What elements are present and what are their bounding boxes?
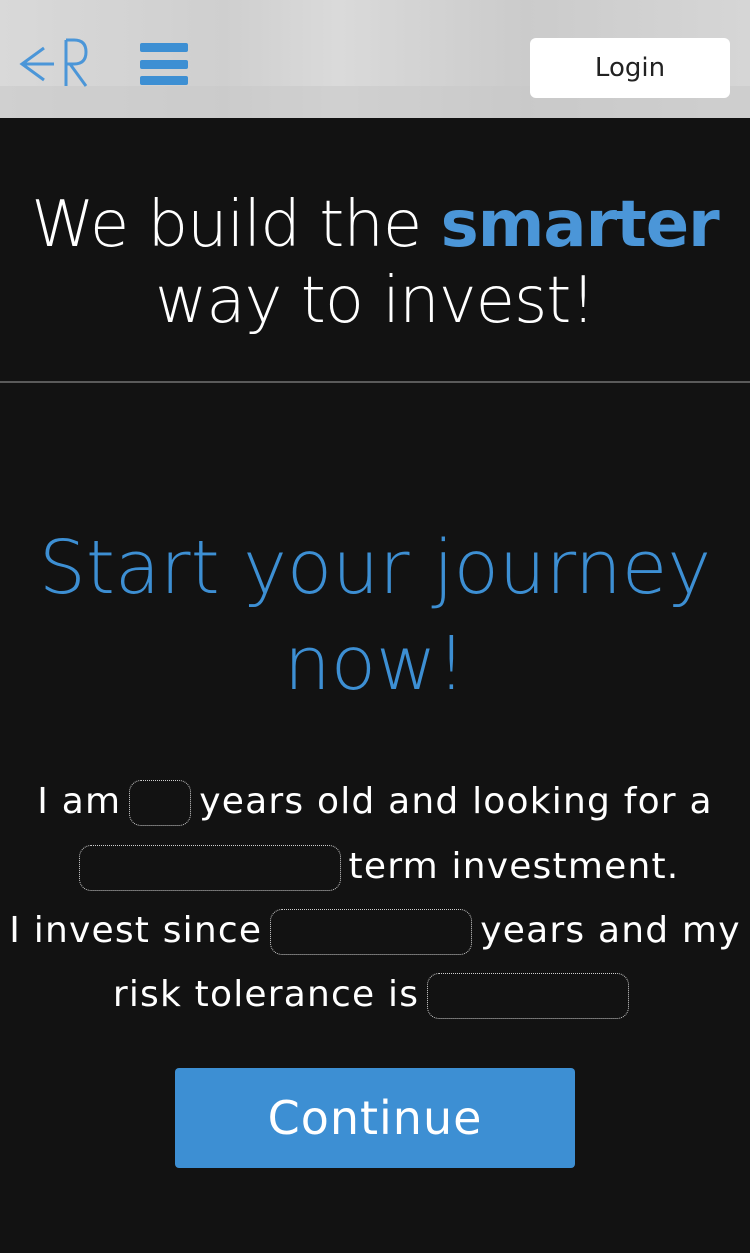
continue-button[interactable]: Continue (175, 1068, 575, 1168)
form-sentence-4: risk tolerance is (0, 973, 750, 1019)
form-text-i-am: I am (37, 781, 122, 822)
menu-bar (140, 43, 188, 52)
hamburger-menu-icon[interactable] (140, 43, 188, 85)
rk-arrow-logo-icon[interactable] (18, 36, 90, 90)
form-text-invest-since: I invest since (9, 910, 263, 951)
risk-tolerance-select[interactable] (427, 973, 630, 1019)
form-text-risk-tolerance: risk tolerance is (112, 974, 420, 1015)
hero-heading-accent: smarter (440, 188, 720, 262)
journey-title-line1: Start your journey (38, 525, 712, 611)
top-header: Login (0, 0, 750, 118)
hero-heading-line1: We build the smarter (0, 188, 750, 262)
form-text-years-and-my: years and my (480, 910, 741, 951)
journey-title: Start your journey now! (0, 520, 750, 712)
hero-section: We build the smarter way to invest! (0, 118, 750, 383)
menu-bar (140, 59, 188, 69)
form-sentence-1: I am years old and looking for a (0, 780, 750, 826)
form-sentence-2: term investment. (0, 845, 750, 891)
invest-since-input[interactable] (270, 909, 473, 955)
login-button[interactable]: Login (530, 38, 730, 98)
term-select[interactable] (78, 845, 341, 891)
hero-heading-prefix: We build the (31, 188, 441, 262)
form-text-years-old: years old and looking for a (199, 781, 713, 822)
menu-bar (140, 76, 188, 85)
form-sentence-3: I invest since years and my (0, 909, 750, 955)
journey-title-line2: now! (283, 621, 467, 707)
age-input[interactable] (129, 780, 192, 826)
form-text-term-investment: term investment. (348, 846, 680, 887)
hero-heading-line2: way to invest! (154, 264, 596, 338)
